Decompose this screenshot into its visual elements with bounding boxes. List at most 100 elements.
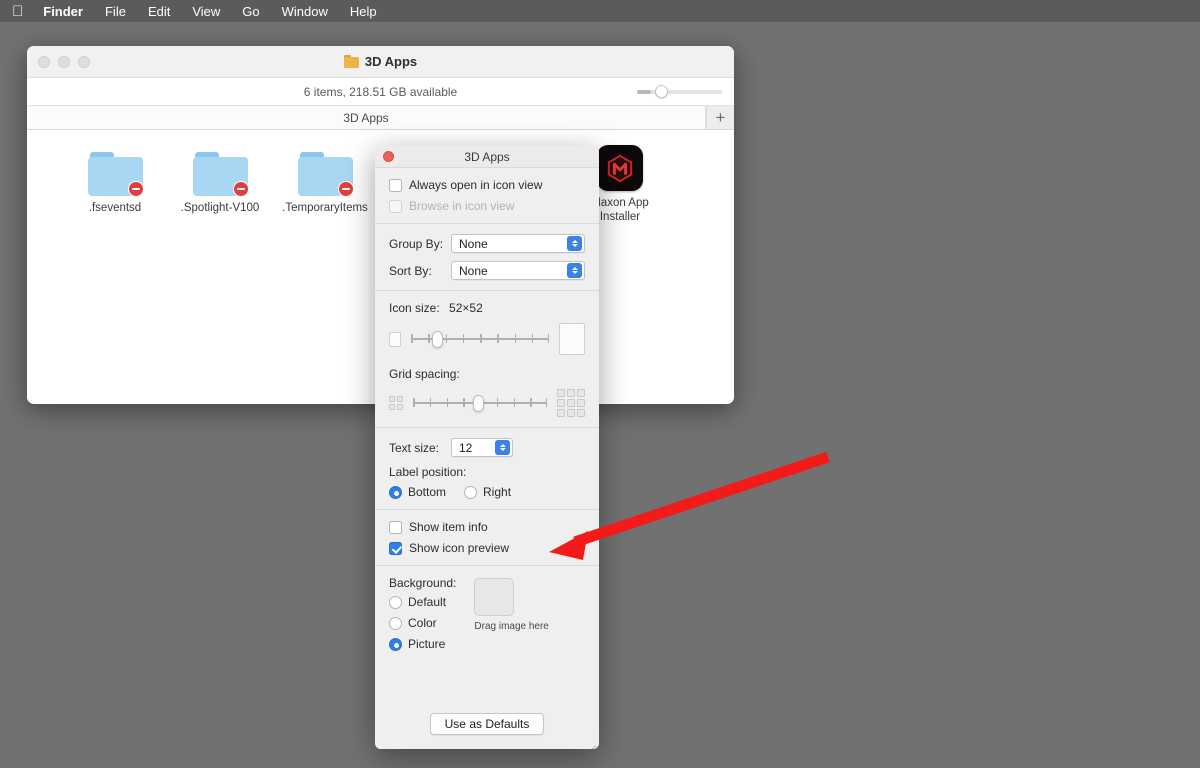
- new-tab-button[interactable]: +: [706, 106, 734, 129]
- grid-spacing-slider[interactable]: [413, 394, 547, 412]
- no-access-badge: [338, 181, 354, 197]
- always-open-icon-view-checkbox[interactable]: [389, 179, 402, 192]
- zoom-slider-thumb[interactable]: [655, 85, 668, 98]
- label-position-group: Bottom Right: [389, 485, 585, 499]
- chevron-updown-icon: [567, 236, 582, 251]
- background-picture-radio[interactable]: [389, 638, 402, 651]
- grouping-section: Group By: None Sort By: None: [375, 224, 599, 291]
- icon-size-slider-row: [389, 323, 585, 355]
- grid-large-icon: [557, 389, 585, 417]
- large-document-icon: [559, 323, 585, 355]
- use-as-defaults-button[interactable]: Use as Defaults: [430, 713, 545, 735]
- list-item[interactable]: .Spotlight-V100: [172, 140, 268, 215]
- finder-titlebar: 3D Apps: [27, 46, 734, 78]
- menu-item-go[interactable]: Go: [242, 4, 259, 19]
- grid-spacing-slider-row: [389, 389, 585, 417]
- group-by-select[interactable]: None: [451, 234, 585, 253]
- icon-size-slider-thumb[interactable]: [432, 331, 443, 348]
- background-label: Background:: [389, 576, 456, 590]
- browse-in-icon-view-row: Browse in icon view: [389, 199, 585, 213]
- sort-by-label: Sort By:: [389, 264, 451, 278]
- label-position-label: Label position:: [389, 465, 466, 479]
- icon-zoom-slider[interactable]: [637, 86, 722, 98]
- label-position-bottom-option[interactable]: Bottom: [389, 485, 446, 499]
- folder-icon: [88, 152, 143, 196]
- icon-size-row: Icon size: 52×52: [389, 301, 585, 315]
- list-item-label: .TemporaryItems: [277, 201, 373, 215]
- no-access-badge: [128, 181, 144, 197]
- icon-view-section: Always open in icon view Browse in icon …: [375, 168, 599, 224]
- show-icon-preview-row[interactable]: Show icon preview: [389, 541, 585, 555]
- show-icon-preview-checkbox[interactable]: [389, 542, 402, 555]
- menu-item-edit[interactable]: Edit: [148, 4, 170, 19]
- show-item-info-row[interactable]: Show item info: [389, 520, 585, 534]
- menu-bar:  Finder File Edit View Go Window Help: [0, 0, 1200, 22]
- list-item[interactable]: .TemporaryItems: [277, 140, 373, 215]
- list-item[interactable]: .fseventsd: [67, 140, 163, 215]
- label-position-bottom-label: Bottom: [408, 485, 446, 499]
- group-by-label: Group By:: [389, 237, 451, 251]
- drop-well-caption: Drag image here: [474, 621, 548, 632]
- menu-item-help[interactable]: Help: [350, 4, 377, 19]
- label-position-label-row: Label position:: [389, 465, 585, 479]
- text-size-select[interactable]: 12: [451, 438, 513, 457]
- menu-item-window[interactable]: Window: [282, 4, 328, 19]
- image-drop-well[interactable]: [474, 578, 514, 616]
- dialog-titlebar: 3D Apps: [375, 146, 599, 168]
- dialog-title: 3D Apps: [375, 150, 599, 164]
- grid-small-icon: [389, 396, 403, 410]
- zoom-slider-track: [637, 90, 722, 94]
- background-default-label: Default: [408, 595, 446, 609]
- background-section: Background: Default Color Picture Drag i…: [375, 566, 599, 661]
- label-position-right-label: Right: [483, 485, 511, 499]
- browse-in-icon-view-label: Browse in icon view: [409, 199, 514, 213]
- menu-item-finder[interactable]: Finder: [43, 4, 83, 19]
- sort-by-select[interactable]: None: [451, 261, 585, 280]
- menu-item-file[interactable]: File: [105, 4, 126, 19]
- list-item-label: .fseventsd: [67, 201, 163, 215]
- tab-3d-apps[interactable]: 3D Apps: [27, 106, 706, 129]
- background-color-option[interactable]: Color: [389, 616, 456, 630]
- view-options-dialog: 3D Apps Always open in icon view Browse …: [375, 146, 599, 749]
- maxon-app-icon: [597, 145, 643, 191]
- grid-spacing-label-row: Grid spacing:: [389, 367, 585, 381]
- apple-icon[interactable]: : [12, 4, 23, 19]
- list-item-label: .Spotlight-V100: [172, 201, 268, 215]
- folder-icon: [193, 152, 248, 196]
- icon-size-slider[interactable]: [411, 330, 549, 348]
- label-position-right-option[interactable]: Right: [464, 485, 511, 499]
- background-default-option[interactable]: Default: [389, 595, 456, 609]
- grid-spacing-slider-thumb[interactable]: [473, 395, 484, 412]
- background-color-label: Color: [408, 616, 437, 630]
- text-size-label: Text size:: [389, 441, 451, 455]
- status-text: 6 items, 218.51 GB available: [304, 85, 457, 99]
- background-default-radio[interactable]: [389, 596, 402, 609]
- window-title-text: 3D Apps: [365, 54, 417, 69]
- display-options-section: Show item info Show icon preview: [375, 510, 599, 566]
- sort-by-value: None: [459, 264, 488, 278]
- show-item-info-label: Show item info: [409, 520, 488, 534]
- no-access-badge: [233, 181, 249, 197]
- sizing-section: Icon size: 52×52 Grid spacing:: [375, 291, 599, 428]
- background-picture-option[interactable]: Picture: [389, 637, 456, 651]
- dialog-footer: Use as Defaults: [375, 703, 599, 749]
- label-position-bottom-radio[interactable]: [389, 486, 402, 499]
- text-size-value: 12: [459, 441, 472, 455]
- always-open-icon-view-row[interactable]: Always open in icon view: [389, 178, 585, 192]
- browse-in-icon-view-checkbox: [389, 200, 402, 213]
- icon-size-value: 52×52: [449, 301, 483, 315]
- text-size-row: Text size: 12: [389, 438, 585, 457]
- label-position-right-radio[interactable]: [464, 486, 477, 499]
- group-by-value: None: [459, 237, 488, 251]
- dialog-spacer: [375, 661, 599, 703]
- resize-grip[interactable]: [587, 737, 596, 746]
- window-title: 3D Apps: [27, 54, 734, 69]
- text-section: Text size: 12 Label position: Bottom Rig…: [375, 428, 599, 510]
- menu-item-view[interactable]: View: [192, 4, 220, 19]
- status-bar: 6 items, 218.51 GB available: [27, 78, 734, 105]
- sort-by-row: Sort By: None: [389, 261, 585, 280]
- group-by-row: Group By: None: [389, 234, 585, 253]
- background-color-radio[interactable]: [389, 617, 402, 630]
- small-document-icon: [389, 332, 401, 347]
- show-item-info-checkbox[interactable]: [389, 521, 402, 534]
